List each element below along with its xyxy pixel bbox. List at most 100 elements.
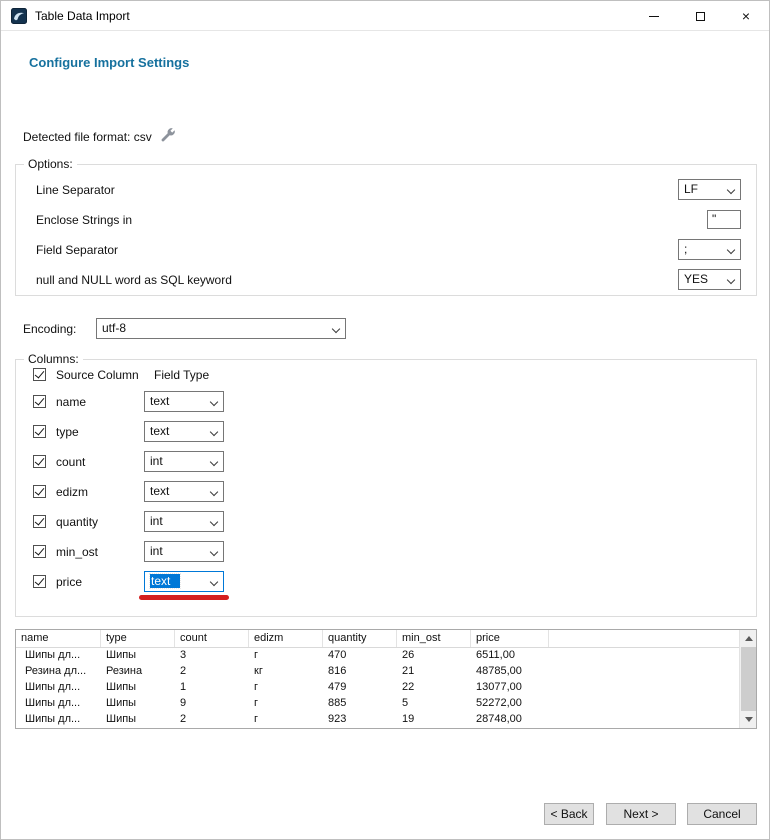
column-row-edizm: edizm text [16, 480, 756, 510]
table-row[interactable]: Резина дл... Резина 2 кг 816 21 48785,00 [16, 664, 756, 680]
maximize-button[interactable] [677, 1, 723, 31]
field-type-select-quantity[interactable]: int [144, 511, 224, 532]
table-cell: 13077,00 [471, 680, 549, 696]
checkbox-min-ost[interactable] [33, 545, 46, 558]
field-type-value: int [150, 514, 163, 528]
wrench-icon[interactable] [159, 126, 177, 144]
checkbox-count[interactable] [33, 455, 46, 468]
scrollbar[interactable] [739, 630, 756, 728]
table-cell: 479 [323, 680, 397, 696]
line-separator-select[interactable]: LF [678, 179, 741, 200]
table-cell: 3 [175, 648, 249, 664]
column-name-label: min_ost [56, 545, 98, 559]
scrollbar-thumb[interactable] [741, 647, 756, 711]
column-header[interactable]: price [471, 630, 549, 647]
enclose-strings-input[interactable]: " [707, 210, 741, 229]
column-header[interactable]: min_ost [397, 630, 471, 647]
column-name-label: edizm [56, 485, 88, 499]
chevron-down-icon [727, 246, 735, 254]
column-name-label: name [56, 395, 86, 409]
field-separator-select[interactable]: ; [678, 239, 741, 260]
back-button[interactable]: < Back [544, 803, 594, 825]
next-button[interactable]: Next > [606, 803, 676, 825]
column-header[interactable]: name [16, 630, 101, 647]
field-type-value: int [150, 544, 163, 558]
chevron-down-icon [210, 578, 218, 586]
null-keyword-select[interactable]: YES [678, 269, 741, 290]
checkbox-quantity[interactable] [33, 515, 46, 528]
window-controls: × [631, 1, 769, 31]
table-cell: 52272,00 [471, 696, 549, 712]
table-cell: г [249, 680, 323, 696]
field-type-value: text [150, 424, 169, 438]
chevron-down-icon [332, 325, 340, 333]
column-header[interactable]: type [101, 630, 175, 647]
table-cell: 28748,00 [471, 712, 549, 728]
null-keyword-label: null and NULL word as SQL keyword [36, 273, 232, 287]
table-cell: Шипы [101, 648, 175, 664]
enclose-strings-label: Enclose Strings in [36, 213, 132, 227]
table-row[interactable]: Шипы дл... Шипы 3 г 470 26 6511,00 [16, 648, 756, 664]
enclose-strings-value: " [712, 212, 716, 226]
table-cell: 1 [175, 680, 249, 696]
column-row-price: price text [16, 570, 756, 600]
table-cell: 21 [397, 664, 471, 680]
chevron-down-icon [210, 398, 218, 406]
table-cell: 923 [323, 712, 397, 728]
table-cell: Шипы [101, 696, 175, 712]
checkbox-type[interactable] [33, 425, 46, 438]
table-cell: 5 [397, 696, 471, 712]
field-type-select-price[interactable]: text [144, 571, 224, 592]
table-cell: Шипы дл... [16, 648, 101, 664]
table-cell: 26 [397, 648, 471, 664]
line-separator-label: Line Separator [36, 183, 115, 197]
table-row[interactable]: Шипы дл... Шипы 1 г 479 22 13077,00 [16, 680, 756, 696]
table-cell: Шипы дл... [16, 680, 101, 696]
table-cell: 816 [323, 664, 397, 680]
checkbox-edizm[interactable] [33, 485, 46, 498]
field-type-value-selected: text [150, 574, 180, 588]
scroll-down-icon[interactable] [740, 711, 757, 728]
chevron-down-icon [210, 458, 218, 466]
close-button[interactable]: × [723, 1, 769, 31]
detected-format-label: Detected file format: [23, 130, 130, 144]
field-type-select-min-ost[interactable]: int [144, 541, 224, 562]
source-column-header: Source Column [56, 368, 139, 382]
checkbox-select-all[interactable] [33, 368, 46, 381]
preview-header-row: name type count edizm quantity min_ost p… [16, 630, 756, 648]
table-row[interactable]: Шипы дл... Шипы 9 г 885 5 52272,00 [16, 696, 756, 712]
minimize-icon [649, 16, 659, 17]
table-cell: г [249, 696, 323, 712]
field-type-select-name[interactable]: text [144, 391, 224, 412]
table-row[interactable]: Шипы дл... Шипы 2 г 923 19 28748,00 [16, 712, 756, 728]
checkbox-name[interactable] [33, 395, 46, 408]
page-title: Configure Import Settings [29, 55, 189, 70]
field-type-select-type[interactable]: text [144, 421, 224, 442]
column-row-quantity: quantity int [16, 510, 756, 540]
field-type-select-count[interactable]: int [144, 451, 224, 472]
field-separator-label: Field Separator [36, 243, 118, 257]
field-type-select-edizm[interactable]: text [144, 481, 224, 502]
column-name-label: price [56, 575, 82, 589]
column-row-name: name text [16, 390, 756, 420]
annotation-underline [139, 595, 229, 600]
table-cell: Шипы [101, 712, 175, 728]
minimize-button[interactable] [631, 1, 677, 31]
scroll-up-icon[interactable] [740, 630, 757, 647]
cancel-button[interactable]: Cancel [687, 803, 757, 825]
column-name-label: quantity [56, 515, 98, 529]
checkbox-price[interactable] [33, 575, 46, 588]
chevron-down-icon [210, 428, 218, 436]
column-header[interactable]: quantity [323, 630, 397, 647]
column-row-min-ost: min_ost int [16, 540, 756, 570]
table-cell: г [249, 648, 323, 664]
null-keyword-value: YES [684, 272, 708, 286]
table-cell: 19 [397, 712, 471, 728]
encoding-select[interactable]: utf-8 [96, 318, 346, 339]
column-header[interactable]: count [175, 630, 249, 647]
table-cell: 48785,00 [471, 664, 549, 680]
titlebar[interactable]: Table Data Import × [1, 1, 769, 31]
table-cell: 22 [397, 680, 471, 696]
column-name-label: count [56, 455, 85, 469]
column-header[interactable]: edizm [249, 630, 323, 647]
